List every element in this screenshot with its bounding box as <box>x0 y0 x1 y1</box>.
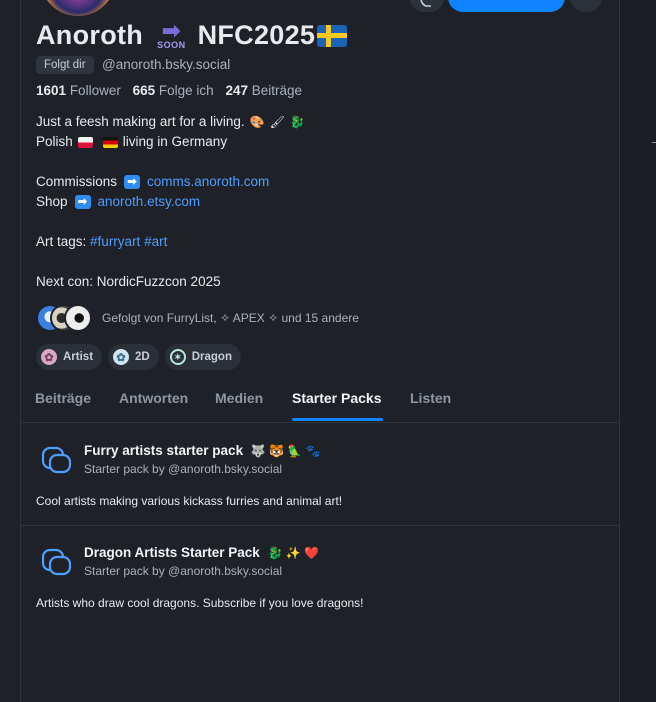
profile-labels: ✿ Artist ✿ 2D ✶ Dragon <box>36 344 241 370</box>
label-text: 2D <box>135 351 150 363</box>
following-label: Folge ich <box>158 83 214 98</box>
label-artist[interactable]: ✿ Artist <box>36 344 103 370</box>
following-stat[interactable]: 665 Folge ich <box>133 83 214 98</box>
starter-pack-description: Artists who draw cool dragons. Subscribe… <box>36 596 364 610</box>
starter-pack-icon <box>41 548 72 576</box>
label-text: Artist <box>63 351 94 363</box>
arrow-right-icon: ➡ <box>124 175 141 189</box>
posts-stat: 247 Beiträge <box>225 83 302 98</box>
display-name: Anoroth ➡ SOON NFC2025 <box>36 17 348 51</box>
following-count: 665 <box>132 83 156 98</box>
chat-bubble-icon <box>420 0 431 7</box>
bio-line: Just a feesh making art for a living. <box>36 114 245 129</box>
soon-text: SOON <box>157 39 186 50</box>
dragon-icon: ✶ <box>169 349 186 365</box>
dragon-emoji-icon: 🐉 <box>289 115 305 129</box>
paintbrush-emoji-icon: 🖌 <box>269 115 285 129</box>
soon-badge: ➡ SOON <box>157 17 186 50</box>
shop-label: Shop <box>36 194 68 209</box>
tab-replies[interactable]: Antworten <box>119 390 188 406</box>
right-gutter <box>620 0 656 702</box>
label-dragon[interactable]: ✶ Dragon <box>164 344 241 370</box>
scroll-indicator[interactable] <box>652 142 656 143</box>
starter-pack-subtitle: Starter pack by @anoroth.bsky.social <box>84 564 283 578</box>
bio-line: living in Germany <box>122 134 228 149</box>
poland-flag-icon <box>77 136 93 148</box>
tab-posts[interactable]: Beiträge <box>35 390 91 406</box>
tab-lists[interactable]: Listen <box>410 390 451 406</box>
starter-pack-card[interactable]: Furry artists starter pack 🐺 🐯 🦜 🐾 Start… <box>20 423 620 526</box>
profile-page: Anoroth ➡ SOON NFC2025 Folgt dir @anorot… <box>0 0 656 702</box>
followed-by[interactable]: Gefolgt von FurryList, ✧ APEX ✧ und 15 a… <box>36 303 359 333</box>
dna-icon: ✿ <box>113 349 130 365</box>
posts-label: Beiträge <box>251 83 303 98</box>
starter-pack-description: Cool artists making various kickass furr… <box>36 494 343 508</box>
starter-pack-icon <box>41 446 72 474</box>
posts-count: 247 <box>225 83 248 98</box>
sweden-flag-icon <box>317 24 348 47</box>
starter-pack-title-text: Furry artists starter pack <box>84 443 244 458</box>
germany-flag-icon <box>102 136 118 148</box>
bio-line: Polish <box>36 134 73 149</box>
profile-bio: Just a feesh making art for a living. 🎨 … <box>36 112 596 292</box>
profile-stats: 1601 Follower 665 Folge ich 247 Beiträge <box>36 83 302 98</box>
starter-pack-emojis: 🐉 ✨ ❤️ <box>267 546 320 560</box>
label-2d[interactable]: ✿ 2D <box>108 344 159 370</box>
followed-by-text: Gefolgt von FurryList, ✧ APEX ✧ und 15 a… <box>102 311 359 325</box>
profile-tabs: Beiträge Antworten Medien Starter Packs … <box>20 382 620 423</box>
starter-pack-title: Furry artists starter pack 🐺 🐯 🦜 🐾 <box>84 443 321 458</box>
followers-count: 1601 <box>36 83 67 98</box>
followers-stat[interactable]: 1601 Follower <box>36 83 121 98</box>
hashtag-link[interactable]: #art <box>144 232 167 252</box>
display-name-text: Anoroth <box>36 20 144 50</box>
arrow-right-icon: ➡ <box>161 17 181 43</box>
shop-link[interactable]: anoroth.etsy.com <box>98 192 201 212</box>
tab-starter-packs[interactable]: Starter Packs <box>292 390 382 406</box>
active-tab-indicator <box>292 418 383 421</box>
follow-button[interactable] <box>448 0 565 12</box>
follows-you-badge: Folgt dir <box>36 56 94 74</box>
arrow-right-icon: ➡ <box>74 195 91 209</box>
followers-label: Follower <box>69 83 121 98</box>
handle: @anoroth.bsky.social <box>102 57 231 72</box>
art-tags-label: Art tags: <box>36 234 87 249</box>
commissions-label: Commissions <box>36 174 118 189</box>
tab-media[interactable]: Medien <box>215 390 263 406</box>
next-con-text: Next con: NordicFuzzcon 2025 <box>36 274 221 289</box>
hashtag-link[interactable]: #furryart <box>90 232 140 252</box>
palette-icon: ✿ <box>41 349 57 365</box>
starter-pack-subtitle: Starter pack by @anoroth.bsky.social <box>84 462 283 476</box>
starter-pack-emojis: 🐺 🐯 🦜 🐾 <box>250 444 321 458</box>
starter-pack-title: Dragon Artists Starter Pack 🐉 ✨ ❤️ <box>84 545 319 560</box>
palette-emoji-icon: 🎨 <box>249 115 265 129</box>
label-text: Dragon <box>191 351 232 363</box>
commissions-link[interactable]: comms.anoroth.com <box>147 172 269 192</box>
starter-pack-title-text: Dragon Artists Starter Pack <box>84 545 260 560</box>
display-name-suffix: NFC2025 <box>197 20 316 50</box>
follower-avatar <box>64 304 92 332</box>
starter-pack-card[interactable]: Dragon Artists Starter Pack 🐉 ✨ ❤️ Start… <box>20 526 620 702</box>
